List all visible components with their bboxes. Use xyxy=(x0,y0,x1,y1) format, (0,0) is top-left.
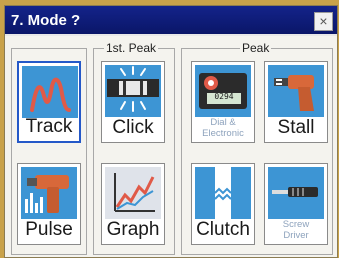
track-wave-icon xyxy=(22,66,78,118)
screw-driver-label: Screw Driver xyxy=(265,219,327,241)
graph-chart-icon xyxy=(105,167,161,219)
screw-driver-button[interactable]: Screw Driver xyxy=(264,163,328,245)
mode-dialog: 7. Mode ? × 1st. Peak Peak Track Pulse C… xyxy=(4,5,338,258)
group-label-peak: Peak xyxy=(240,41,272,55)
clutch-button[interactable]: Clutch xyxy=(191,163,255,245)
click-label: Click xyxy=(112,117,154,138)
graph-label: Graph xyxy=(106,219,160,240)
dial-electronic-line2: Electronic xyxy=(202,128,244,139)
stall-button[interactable]: Stall xyxy=(264,61,328,143)
dial-electronic-label: Dial & Electronic xyxy=(192,117,254,139)
group-label-first-peak: 1st. Peak xyxy=(104,41,159,55)
close-button[interactable]: × xyxy=(314,12,333,31)
close-icon: × xyxy=(319,13,328,29)
click-wrench-icon xyxy=(105,65,161,117)
pulse-button[interactable]: Pulse xyxy=(17,163,81,245)
stall-label: Stall xyxy=(277,117,315,138)
clutch-label: Clutch xyxy=(196,219,250,240)
pulse-label: Pulse xyxy=(25,219,73,240)
dial-gauge-icon: 0294 xyxy=(195,65,251,117)
dial-electronic-button[interactable]: 0294 Dial & Electronic xyxy=(191,61,255,143)
track-label: Track xyxy=(25,116,73,137)
dial-electronic-line1: Dial & xyxy=(210,117,236,128)
clutch-icon xyxy=(195,167,251,219)
click-button[interactable]: Click xyxy=(101,61,165,143)
dialog-title: 7. Mode ? xyxy=(11,12,81,29)
screw-driver-line1: Screw xyxy=(282,219,310,230)
pulse-tool-icon xyxy=(21,167,77,219)
screwdriver-icon xyxy=(268,167,324,219)
dial-readout: 0294 xyxy=(214,92,234,101)
title-bar: 7. Mode ? × xyxy=(5,6,337,36)
screw-driver-line2: Driver xyxy=(283,230,309,241)
track-button[interactable]: Track xyxy=(17,61,81,143)
graph-button[interactable]: Graph xyxy=(101,163,165,245)
stall-drill-icon xyxy=(268,65,324,117)
